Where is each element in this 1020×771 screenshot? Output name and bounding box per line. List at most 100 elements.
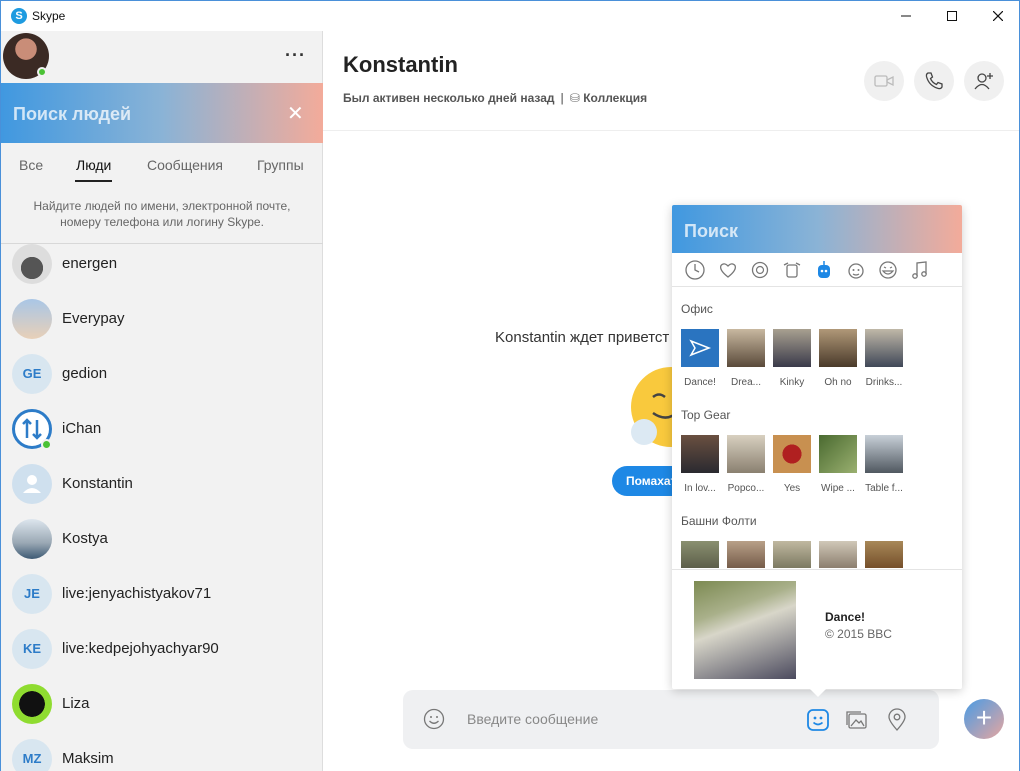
sticker-item[interactable] — [727, 541, 765, 568]
sticker-label: Kinky — [779, 377, 805, 388]
sticker-item[interactable] — [681, 329, 719, 367]
contact-item[interactable]: energen — [1, 244, 323, 299]
contact-item[interactable]: KE live:kedpejohyachyar90 — [1, 629, 323, 684]
search-tabs: Все Люди Сообщения Группы — [1, 143, 323, 187]
music-icon[interactable] — [909, 259, 931, 281]
close-button[interactable] — [975, 1, 1020, 32]
search-hint: Найдите людей по имени, электронной почт… — [33, 199, 291, 229]
more-options-icon[interactable]: ··· — [285, 45, 306, 66]
sidebar: ··· Поиск людей ✕ Все Люди Сообщения Гру… — [0, 31, 323, 771]
sticker-label: Yes — [783, 483, 801, 494]
sticker-categories — [672, 253, 962, 287]
section-title: Башни Фолти — [681, 514, 757, 528]
contact-name: live:jenyachistyakov71 — [62, 585, 212, 602]
section-title: Top Gear — [681, 408, 731, 422]
tab-groups[interactable]: Группы — [257, 157, 304, 173]
audio-call-button[interactable] — [914, 61, 954, 101]
contact-name: Kostya — [62, 530, 108, 547]
contact-name: Liza — [62, 695, 90, 712]
sticker-item[interactable] — [865, 541, 903, 568]
add-participant-button[interactable] — [964, 61, 1004, 101]
avatar — [12, 519, 52, 559]
sticker-item[interactable] — [727, 329, 765, 367]
contact-item[interactable]: iChan — [1, 409, 323, 464]
message-input[interactable]: Введите сообщение — [467, 711, 598, 727]
hand-icon — [631, 419, 657, 445]
tab-messages[interactable]: Сообщения — [147, 157, 223, 173]
online-status-indicator — [41, 439, 52, 450]
contact-item[interactable]: Konstantin — [1, 464, 323, 519]
video-call-button[interactable] — [864, 61, 904, 101]
contact-list: energen Everypay GE gedion iChan Konstan… — [1, 234, 323, 771]
sticker-item[interactable] — [865, 329, 903, 367]
heart-icon[interactable] — [717, 259, 739, 281]
sticker-label: Wipe ... — [821, 483, 855, 494]
contact-name: Everypay — [62, 310, 125, 327]
location-icon[interactable] — [886, 708, 908, 732]
people-search-input[interactable]: Поиск людей — [13, 104, 131, 125]
emoticon-icon[interactable] — [423, 708, 445, 730]
contact-item[interactable]: Kostya — [1, 519, 323, 574]
sticker-item[interactable] — [819, 435, 857, 473]
media-icon[interactable] — [845, 708, 869, 732]
monkey-icon[interactable] — [845, 259, 867, 281]
maximize-button[interactable] — [929, 1, 975, 32]
sticker-item[interactable] — [819, 541, 857, 568]
sticker-item[interactable] — [773, 541, 811, 568]
send-icon — [689, 339, 712, 357]
divider: | — [560, 91, 564, 105]
minimize-button[interactable] — [883, 1, 929, 32]
tab-people[interactable]: Люди — [74, 157, 113, 182]
sticker-list: Офис Dance! Drea... Kinky Oh no Drinks..… — [672, 288, 962, 568]
sticker-picker: Поиск Офис Dance! Drea... Kinky Oh no Dr… — [672, 205, 962, 697]
avatar — [12, 684, 52, 724]
chat-title[interactable]: Konstantin — [343, 52, 458, 78]
skype-logo-icon: S — [11, 8, 27, 24]
sticker-label: Drinks... — [865, 377, 903, 388]
sticker-item[interactable] — [773, 329, 811, 367]
sticker-item[interactable] — [681, 435, 719, 473]
awaiting-greeting-text: Konstantin ждет приветст — [495, 329, 670, 346]
contact-item[interactable]: JE live:jenyachistyakov71 — [1, 574, 323, 629]
contact-item[interactable]: Liza — [1, 684, 323, 739]
sticker-label: Dance! — [684, 377, 716, 388]
online-status-indicator — [37, 67, 47, 77]
contact-name: Maksim — [62, 750, 114, 767]
contact-item[interactable]: Everypay — [1, 299, 323, 354]
sticker-item[interactable] — [819, 329, 857, 367]
laugh-icon[interactable] — [877, 259, 899, 281]
close-search-icon[interactable]: ✕ — [287, 101, 304, 126]
pet-icon[interactable] — [781, 259, 803, 281]
sticker-label: Oh no — [824, 377, 852, 388]
contact-item[interactable]: MZ Maksim — [1, 739, 323, 771]
sticker-icon[interactable] — [806, 708, 830, 732]
sticker-preview-copyright: © 2015 BBC — [825, 627, 892, 641]
avatar — [12, 299, 52, 339]
add-content-button[interactable]: + — [964, 699, 1004, 739]
sticker-search-input[interactable]: Поиск — [684, 221, 738, 242]
sticker-label: In lov... — [684, 483, 716, 494]
divider — [323, 130, 1019, 131]
video-camera-icon — [874, 75, 894, 87]
sticker-item[interactable] — [681, 541, 719, 568]
collection-link[interactable]: Коллекция — [583, 91, 647, 105]
gallery-icon: ⛁ — [569, 91, 584, 105]
message-composer: Введите сообщение — [403, 690, 939, 749]
contact-item[interactable]: GE gedion — [1, 354, 323, 409]
window-title: Skype — [32, 9, 66, 23]
avatar: GE — [12, 354, 52, 394]
tab-all[interactable]: Все — [19, 157, 43, 173]
default-user-icon — [12, 464, 52, 504]
face-icon[interactable] — [749, 259, 771, 281]
clock-icon[interactable] — [684, 259, 706, 281]
people-search-bar[interactable]: Поиск людей ✕ — [1, 83, 323, 143]
last-seen-status: Был активен несколько дней назад — [343, 91, 555, 105]
sticker-item[interactable] — [727, 435, 765, 473]
sticker-label: Drea... — [730, 377, 761, 388]
bot-icon[interactable] — [813, 259, 835, 281]
sticker-preview-name: Dance! — [825, 610, 866, 624]
contact-name: gedion — [62, 365, 108, 382]
sticker-search-bar[interactable]: Поиск — [672, 205, 962, 253]
sticker-item[interactable] — [865, 435, 903, 473]
sticker-item[interactable] — [773, 435, 811, 473]
